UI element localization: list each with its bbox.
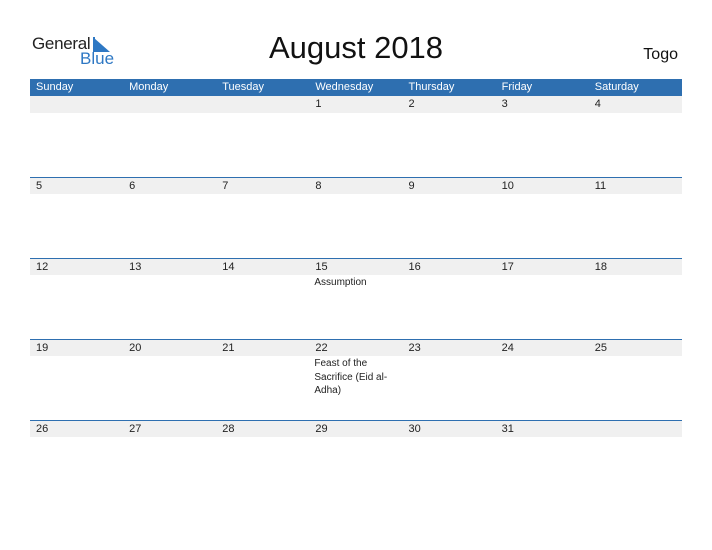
day-cell: 16 [403,258,496,339]
country-label: Togo [643,46,678,63]
day-number: 16 [408,261,421,273]
day-cell: 29 [309,420,402,501]
day-cell: 2 [403,96,496,177]
day-cell [216,96,309,177]
day-number: 26 [36,423,49,435]
day-cell: 3 [496,96,589,177]
weekday-sunday: Sunday [36,81,74,93]
day-number: 22 [315,342,328,354]
holiday-event: Feast of the Sacrifice (Eid al-Adha) [314,358,388,396]
week-cells: 12 13 14 15 Assumption 16 17 18 [30,258,682,339]
day-cell: 10 [496,177,589,258]
day-cell: 1 [309,96,402,177]
weekday-thursday: Thursday [408,81,455,93]
day-number: 3 [501,98,508,110]
day-number: 2 [408,98,415,110]
day-number: 15 [315,261,328,273]
day-number: 28 [222,423,235,435]
day-number: 21 [222,342,235,354]
day-number: 10 [501,180,514,192]
day-cell: 23 [403,339,496,420]
day-number: 7 [222,180,229,192]
day-number: 11 [594,180,607,192]
day-cell: 26 [30,420,123,501]
weekday-monday: Monday [129,81,169,93]
day-number: 13 [129,261,142,273]
weekday-header: Sunday Monday Tuesday Wednesday Thursday… [30,79,682,96]
day-cell: 24 [496,339,589,420]
day-cell: 15 Assumption [309,258,402,339]
week-row: 1 2 3 4 [30,96,682,177]
day-number: 4 [594,98,601,110]
day-cell [30,96,123,177]
day-number: 9 [408,180,415,192]
day-cell: 21 [216,339,309,420]
day-number: 1 [315,98,322,110]
holiday-event: Assumption [314,277,367,288]
calendar-title: August 2018 [268,30,444,65]
day-number: 24 [501,342,514,354]
day-cell: 25 [589,339,682,420]
week-row: 12 13 14 15 Assumption 16 17 18 [30,258,682,339]
day-cell [589,420,682,501]
day-cell: 7 [216,177,309,258]
week-row: 26 27 28 29 30 31 [30,420,682,501]
day-number: 27 [129,423,142,435]
day-number: 6 [129,180,136,192]
day-cell: 27 [123,420,216,501]
day-cell: 11 [589,177,682,258]
week-row: 5 6 7 8 9 10 11 [30,177,682,258]
day-number: 18 [594,261,607,273]
weekday-wednesday: Wednesday [315,81,374,93]
day-cell: 14 [216,258,309,339]
day-number: 14 [222,261,235,273]
day-cell: 9 [403,177,496,258]
day-number: 8 [315,180,322,192]
day-cell: 30 [403,420,496,501]
day-cell: 22 Feast of the Sacrifice (Eid al-Adha) [309,339,402,420]
weekday-tuesday: Tuesday [222,81,265,93]
day-cell: 28 [216,420,309,501]
week-cells: 19 20 21 22 Feast of the Sacrifice (Eid al-A… [30,339,682,420]
week-cells: 5 6 7 8 9 10 11 [30,177,682,258]
day-cell [123,96,216,177]
day-number: 5 [36,180,43,192]
day-number: 25 [594,342,607,354]
day-cell: 13 [123,258,216,339]
day-number: 12 [36,261,49,273]
day-cell: 5 [30,177,123,258]
week-cells: 26 27 28 29 30 31 [30,420,682,501]
week-cells: 1 2 3 4 [30,96,682,177]
day-number: 23 [408,342,421,354]
day-number: 30 [408,423,421,435]
weekday-friday: Friday [501,81,533,93]
day-cell: 4 [589,96,682,177]
day-number: 17 [501,261,514,273]
day-cell: 18 [589,258,682,339]
day-number: 31 [501,423,514,435]
day-number: 20 [129,342,142,354]
week-row: 19 20 21 22 Feast of the Sacrifice (Eid al-A… [30,339,682,420]
day-cell: 20 [123,339,216,420]
day-cell: 31 [496,420,589,501]
day-cell: 12 [30,258,123,339]
day-cell: 19 [30,339,123,420]
day-cell: 17 [496,258,589,339]
day-number: 19 [36,342,49,354]
day-number: 29 [315,423,328,435]
day-cell: 8 [309,177,402,258]
day-cell: 6 [123,177,216,258]
weekday-saturday: Saturday [594,81,639,93]
